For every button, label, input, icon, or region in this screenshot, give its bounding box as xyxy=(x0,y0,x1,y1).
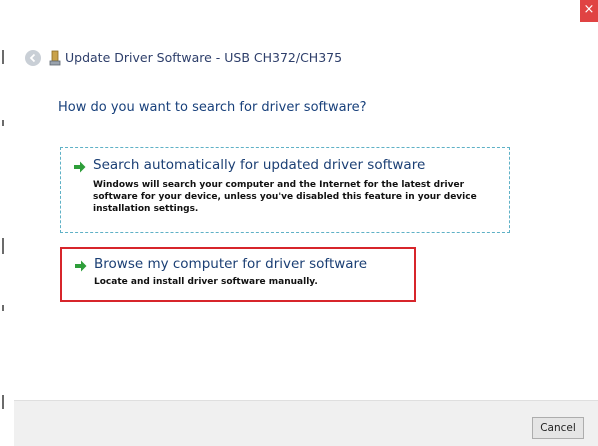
close-icon: × xyxy=(583,2,595,17)
back-arrow-icon xyxy=(29,53,36,63)
background-window-edge xyxy=(0,0,14,445)
edge-mark xyxy=(2,50,4,64)
option-description: Windows will search your computer and th… xyxy=(93,180,477,214)
driver-device-icon xyxy=(49,50,61,66)
cancel-button[interactable]: Cancel xyxy=(532,417,584,439)
edge-mark xyxy=(2,305,4,311)
edge-mark xyxy=(2,120,4,126)
dialog-header: Update Driver Software - USB CH372/CH375 xyxy=(14,38,598,78)
titlebar: × xyxy=(14,0,598,38)
close-button[interactable]: × xyxy=(580,0,598,22)
back-button[interactable] xyxy=(25,50,41,66)
green-arrow-icon xyxy=(75,260,87,272)
update-driver-dialog: × Update Driver Software - USB CH372/CH3… xyxy=(14,0,598,446)
option-title: Browse my computer for driver software xyxy=(94,256,368,272)
dialog-footer: Cancel xyxy=(14,400,598,446)
dialog-title: Update Driver Software - USB CH372/CH375 xyxy=(65,50,343,65)
edge-mark xyxy=(2,238,4,254)
option-title: Search automatically for updated driver … xyxy=(93,157,426,173)
green-arrow-icon xyxy=(74,161,86,173)
browse-computer-option[interactable]: Browse my computer for driver software L… xyxy=(60,247,416,302)
search-automatically-option[interactable]: Search automatically for updated driver … xyxy=(60,147,510,233)
edge-mark xyxy=(2,395,4,409)
option-description: Locate and install driver software manua… xyxy=(94,277,318,287)
page-heading: How do you want to search for driver sof… xyxy=(58,100,367,115)
